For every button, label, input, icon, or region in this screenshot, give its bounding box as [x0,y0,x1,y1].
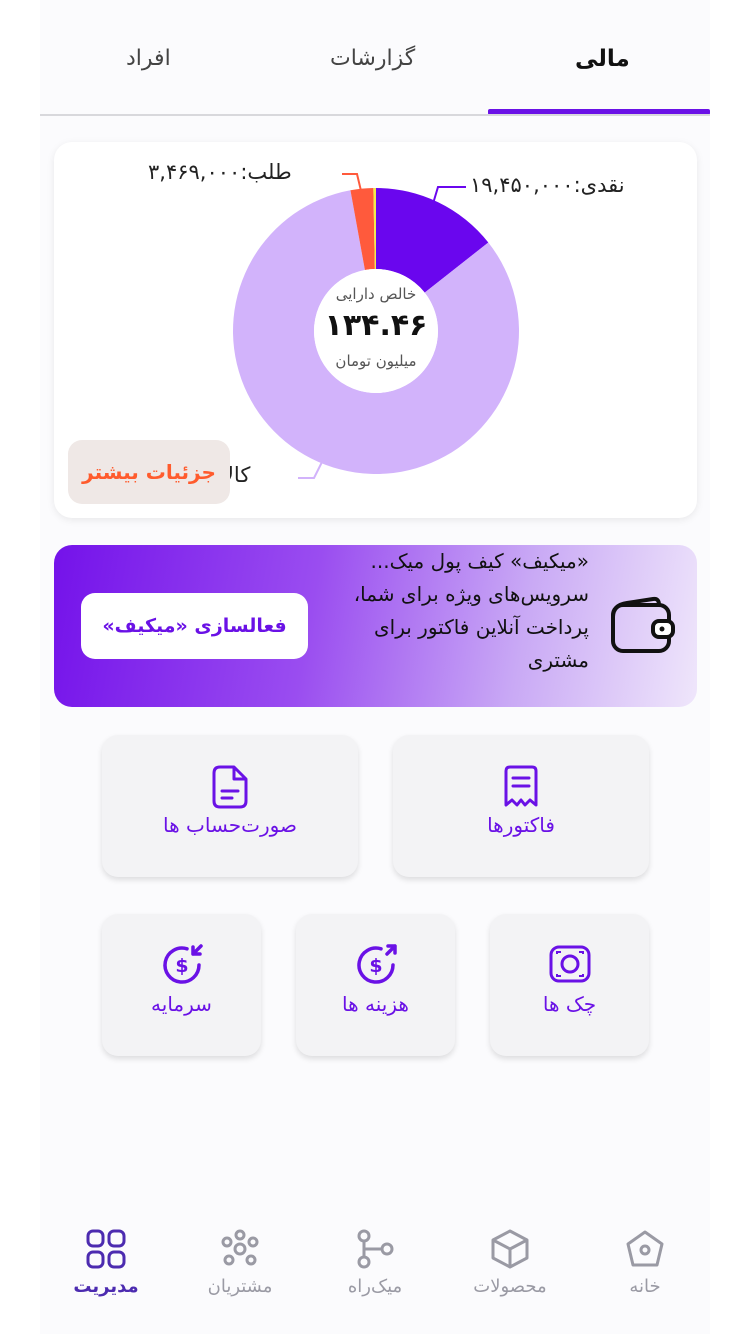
route-icon [357,1229,394,1269]
nav-mikrah[interactable]: میک‌راه [315,1228,435,1297]
checks-tile[interactable]: چک ها [490,914,649,1056]
nav-products-label: محصولات [473,1276,547,1297]
nav-home[interactable]: خانه [585,1228,705,1297]
svg-text:$: $ [369,955,382,977]
label-cash: نقدی:۱۹,۴۵۰,۰۰۰ [470,173,625,197]
mikif-banner: فعالسازی «میکیف» «میکیف» کیف پول میک... … [54,545,697,707]
callout-line-goods [298,461,323,479]
more-details-button[interactable]: جزئیات بیشتر [68,440,230,504]
nav-products[interactable]: محصولات [450,1228,570,1297]
nav-home-label: خانه [629,1276,661,1297]
banner-description: سرویس‌های ویژه برای شما، پرداخت آنلاین ف… [353,582,589,672]
dollar-in-icon: $ [162,944,203,984]
svg-text:$: $ [175,955,188,977]
box-icon [491,1229,529,1269]
net-assets-unit: میلیون تومان [335,352,417,370]
home-icon [626,1230,664,1267]
nav-customers[interactable]: مشتریان [180,1228,300,1297]
wallet-icon [611,596,675,653]
net-assets-title: خالص دارایی [335,285,417,303]
statements-label: صورت‌حساب ها [163,813,297,837]
bottom-navigation: خانه محصولات میک‌راه مشتریان [40,1218,710,1334]
label-receivable: طلب:۳,۴۶۹,۰۰۰ [148,160,292,184]
camera-check-icon [549,945,590,983]
capital-label: سرمایه [151,992,212,1016]
checks-label: چک ها [542,992,597,1016]
nav-mikrah-label: میک‌راه [347,1276,403,1297]
grid-icon [86,1229,126,1269]
receipt-icon [504,765,538,807]
net-assets-value: ۱۳۴.۴۶ [324,308,428,343]
nav-management[interactable]: مدیریت [46,1228,166,1297]
dollar-out-icon: $ [356,944,397,984]
invoices-label: فاکتورها [487,813,555,837]
banner-text: «میکیف» کیف پول میک... سرویس‌های ویژه بر… [346,545,589,707]
nav-customers-label: مشتریان [207,1276,273,1297]
invoices-tile[interactable]: فاکتورها [393,735,649,877]
nav-management-label: مدیریت [73,1276,139,1297]
expenses-label: هزینه ها [342,992,409,1016]
banner-title: «میکیف» کیف پول میک... [370,549,590,573]
capital-tile[interactable]: $ سرمایه [102,914,261,1056]
statements-tile[interactable]: صورت‌حساب ها [102,735,358,877]
expenses-tile[interactable]: $ هزینه ها [296,914,455,1056]
activate-mikif-button[interactable]: فعالسازی «میکیف» [81,593,308,659]
customers-icon [221,1229,259,1266]
document-icon [212,765,248,809]
